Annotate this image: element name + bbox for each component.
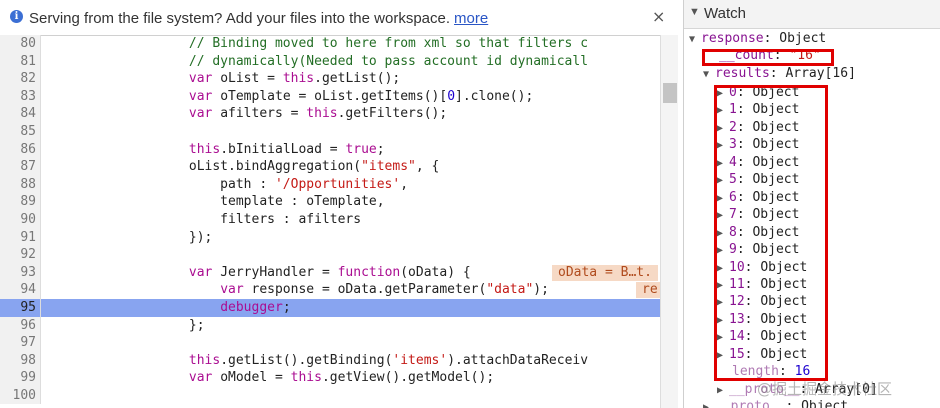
results-highlight-box	[714, 85, 828, 381]
line-source: path : '/Opportunities',	[48, 176, 409, 192]
line-source: var JerryHandler = function(oData) {	[188, 264, 471, 280]
watch-title: Watch	[704, 5, 746, 22]
info-icon: i	[10, 10, 23, 23]
watch-row-proto-object[interactable]: ▶ __proto__: Object	[703, 398, 848, 408]
scrollbar-thumb[interactable]	[663, 83, 677, 103]
code-line-81[interactable]: 81 // dynamically(Needed to pass account…	[0, 52, 660, 71]
line-source: filters : afilters	[48, 211, 362, 227]
line-source: debugger;	[220, 299, 291, 315]
line-source: });	[48, 229, 213, 245]
expand-triangle-icon[interactable]: ▼	[703, 66, 715, 83]
line-source: // dynamically(Needed to pass account id…	[48, 53, 589, 69]
line-source: var oModel = this.getView().getModel();	[188, 370, 495, 386]
code-line-85[interactable]: 85	[0, 122, 660, 141]
code-line-93[interactable]: 93 var JerryHandler = function(oData) { o…	[0, 263, 660, 282]
more-link[interactable]: more	[454, 10, 488, 27]
line-number[interactable]: 97	[0, 334, 41, 352]
code-line-82[interactable]: 82 var oList = this.getList();	[0, 70, 660, 88]
expand-triangle-icon[interactable]: ▶	[717, 382, 729, 399]
line-source: var oList = this.getList();	[188, 71, 401, 87]
watch-header[interactable]: ▼ Watch	[684, 0, 940, 29]
line-number[interactable]: 80	[0, 35, 41, 53]
collapse-triangle-icon[interactable]: ▼	[689, 6, 700, 18]
expand-triangle-icon[interactable]: ▼	[689, 31, 701, 48]
line-source: var response = oData.getParameter("data"…	[220, 282, 549, 298]
line-source: oList.bindAggregation("items", {	[48, 159, 440, 175]
expand-triangle-icon[interactable]: ▶	[703, 399, 715, 408]
line-number[interactable]: 95	[0, 298, 41, 317]
line-number[interactable]: 91	[0, 228, 41, 247]
line-number[interactable]: 88	[0, 175, 41, 194]
line-source: };	[48, 317, 205, 333]
code-line-94[interactable]: 94 var response = oData.getParameter("da…	[0, 281, 664, 299]
count-highlight-box	[702, 49, 834, 66]
line-number[interactable]: 89	[0, 193, 41, 211]
line-number[interactable]: 98	[0, 351, 41, 370]
line-number[interactable]: 92	[0, 246, 41, 264]
code-line-100[interactable]: 100	[0, 386, 660, 405]
code-line-80[interactable]: 80 // Binding moved to here from xml so …	[0, 35, 660, 53]
close-icon[interactable]: ×	[652, 7, 665, 26]
line-number[interactable]: 99	[0, 369, 41, 387]
code-line-86[interactable]: 86 this.bInitialLoad = true;	[0, 140, 660, 159]
line-number[interactable]: 94	[0, 281, 41, 299]
inline-value-odata: oData = B…t.	[552, 264, 658, 281]
line-number[interactable]: 84	[0, 105, 41, 123]
watermark: @掘土掘金技术社区	[757, 380, 893, 398]
code-line-89[interactable]: 89 template : oTemplate,	[0, 193, 660, 211]
watch-panel: ▼ Watch ▼ response: Object __count: "16" …	[683, 0, 940, 408]
watch-row-response[interactable]: ▼ response: Object	[689, 30, 826, 47]
line-source: var oTemplate = oList.getItems()[0].clon…	[188, 88, 534, 104]
code-line-83[interactable]: 83 var oTemplate = oList.getItems()[0].c…	[0, 87, 660, 106]
code-line-95[interactable]: 95 debugger;	[0, 298, 660, 317]
code-line-91[interactable]: 91 });	[0, 228, 660, 247]
code-line-97[interactable]: 97	[0, 334, 660, 352]
line-number[interactable]: 83	[0, 87, 41, 106]
code-line-87[interactable]: 87 oList.bindAggregation("items", {	[0, 158, 660, 176]
infobar-message: Serving from the file system? Add your f…	[29, 10, 489, 27]
code-line-99[interactable]: 99 var oModel = this.getView().getModel(…	[0, 369, 660, 387]
line-source: template : oTemplate,	[48, 194, 385, 210]
line-number[interactable]: 96	[0, 316, 41, 335]
line-number[interactable]: 93	[0, 263, 41, 282]
line-source: // Binding moved to here from xml so tha…	[48, 36, 589, 51]
source-editor[interactable]: i Serving from the file system? Add your…	[0, 0, 678, 408]
line-number[interactable]: 85	[0, 122, 41, 141]
code-line-90[interactable]: 90 filters : afilters	[0, 210, 660, 229]
code-line-88[interactable]: 88 path : '/Opportunities',	[0, 175, 660, 194]
line-number[interactable]: 86	[0, 140, 41, 159]
code-line-84[interactable]: 84 var afilters = this.getFilters();	[0, 105, 660, 123]
editor-scrollbar[interactable]	[660, 35, 678, 408]
line-source: this.getList().getBinding('items').attac…	[188, 352, 589, 368]
code-line-98[interactable]: 98 this.getList().getBinding('items').at…	[0, 351, 660, 370]
line-number[interactable]: 82	[0, 70, 41, 88]
line-number[interactable]: 81	[0, 52, 41, 71]
watch-row-results[interactable]: ▼ results: Array[16]	[703, 65, 856, 82]
line-source: this.bInitialLoad = true;	[188, 141, 385, 157]
line-number[interactable]: 90	[0, 210, 41, 229]
line-number[interactable]: 87	[0, 158, 41, 176]
workspace-infobar: i Serving from the file system? Add your…	[0, 0, 678, 36]
code-lines[interactable]: 80 // Binding moved to here from xml so …	[0, 35, 664, 405]
line-number[interactable]: 100	[0, 386, 41, 405]
code-line-92[interactable]: 92	[0, 246, 660, 264]
line-source: var afilters = this.getFilters();	[188, 106, 448, 122]
code-line-96[interactable]: 96 };	[0, 316, 660, 335]
